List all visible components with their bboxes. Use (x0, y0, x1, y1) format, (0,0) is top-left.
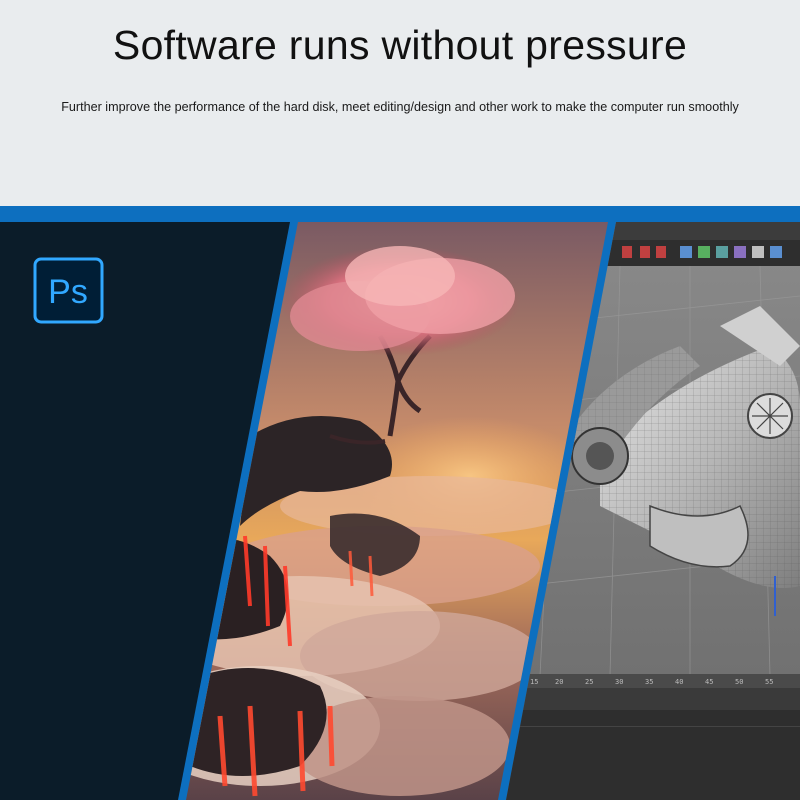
svg-text:55: 55 (765, 678, 773, 686)
product-feature-page: Software runs without pressure Further i… (0, 0, 800, 800)
svg-text:25: 25 (585, 678, 593, 686)
svg-text:40: 40 (675, 678, 683, 686)
svg-text:30: 30 (615, 678, 623, 686)
showcase-illustration: Ps 15 20 25 30 35 40 45 50 55 (0, 222, 800, 800)
svg-text:20: 20 (555, 678, 563, 686)
page-title: Software runs without pressure (112, 22, 688, 68)
svg-text:50: 50 (735, 678, 743, 686)
ps-logo-label: Ps (48, 273, 88, 311)
software-showcase-banner: Ps 15 20 25 30 35 40 45 50 55 (0, 206, 800, 800)
svg-text:45: 45 (705, 678, 713, 686)
svg-text:35: 35 (645, 678, 653, 686)
photoshop-logo-icon: Ps (33, 257, 104, 324)
page-subtitle: Further improve the performance of the h… (61, 100, 739, 114)
svg-text:15: 15 (530, 678, 538, 686)
